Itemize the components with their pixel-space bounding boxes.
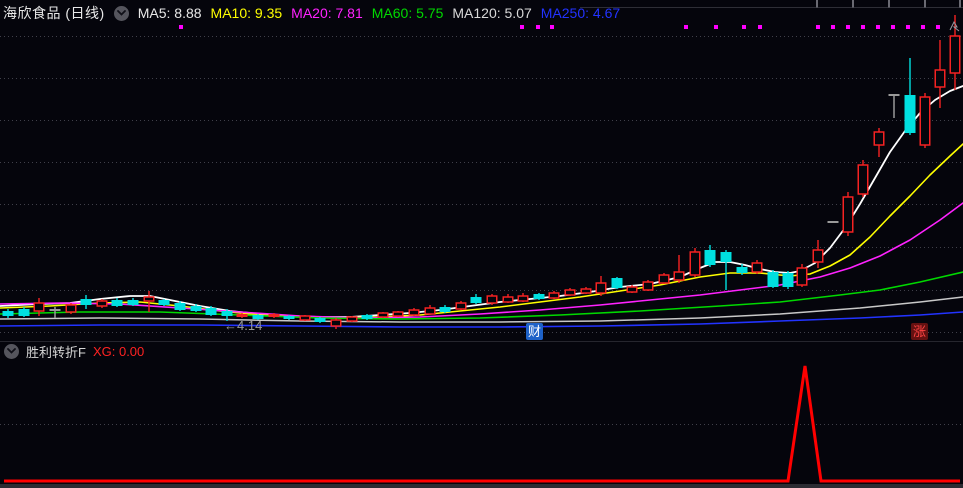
candle-up-body <box>517 295 529 302</box>
candle-up-body <box>595 282 607 294</box>
candle-up-body <box>564 289 576 296</box>
candle-up-body <box>33 302 45 312</box>
sub-indicator-header: 胜利转折F XG: 0.00 <box>4 342 145 361</box>
candle-up-solid-body <box>268 314 280 317</box>
candle-down-body <box>611 278 623 288</box>
sub-collapse-chevron-icon[interactable] <box>4 343 19 359</box>
ma250-label: MA250: 4.67 <box>540 5 621 21</box>
candle-up-body <box>502 296 514 303</box>
candle-up-body <box>424 307 436 315</box>
candle-up-body <box>392 311 404 317</box>
candle-up-body <box>96 300 108 307</box>
candle-up-body <box>796 267 808 286</box>
candle-down-body <box>904 95 916 133</box>
candle-up-body <box>299 315 311 321</box>
candle-up-body <box>486 295 498 304</box>
sub-indicator-value: XG: 0.00 <box>92 343 145 359</box>
candle-down-body <box>111 300 123 306</box>
ma-line-ma10 <box>0 143 963 319</box>
panel-divider <box>0 341 963 342</box>
watermark-zhang: 涨 <box>911 323 928 340</box>
candle-up-solid-body <box>236 314 248 317</box>
sub-indicator-line <box>4 365 960 483</box>
ma20-label: MA20: 7.81 <box>291 5 363 21</box>
candle-down-body <box>283 316 295 319</box>
candlestick-chart-canvas[interactable] <box>0 0 963 488</box>
candle-down-body <box>736 267 748 273</box>
candle-down-body <box>221 311 233 316</box>
candle-up-body <box>143 296 155 302</box>
candle-down-body <box>439 307 451 312</box>
candle-up-body <box>949 35 961 74</box>
candle-down-body <box>314 318 326 322</box>
ma120-label: MA120: 5.07 <box>452 5 532 21</box>
low-price-annotation: ←4.14 <box>224 318 263 333</box>
sub-indicator-name[interactable]: 胜利转折F <box>26 342 86 361</box>
bottom-strip <box>0 484 963 488</box>
candle-up-body <box>65 304 77 313</box>
candle-up-body <box>408 309 420 316</box>
candle-up-body <box>346 316 358 322</box>
candle-down-body <box>720 252 732 262</box>
candle-down-body <box>18 309 30 316</box>
candle-down-body <box>767 272 779 287</box>
candle-up-body <box>330 319 342 327</box>
candle-down-body <box>533 294 545 299</box>
candle-down-body <box>470 297 482 303</box>
candle-down-body <box>205 308 217 315</box>
candle-up-body <box>626 286 638 293</box>
stock-title: 海欣食品 (日线) <box>3 5 105 21</box>
candle-down-body <box>174 303 186 310</box>
title-bar: 海欣食品 (日线) MA5: 8.88 MA10: 9.35 MA20: 7.8… <box>0 0 963 26</box>
candle-up-body <box>377 312 389 318</box>
candle-down-body <box>190 306 202 311</box>
candle-up-body <box>751 262 763 273</box>
candle-up-body <box>658 274 670 284</box>
candle-down-body <box>80 299 92 305</box>
candle-down-body <box>127 300 139 305</box>
collapse-chevron-icon[interactable] <box>113 5 129 21</box>
candle-up-body <box>934 69 946 88</box>
candle-down-body <box>782 273 794 287</box>
candle-down-body <box>704 250 716 265</box>
candle-down-body <box>361 315 373 319</box>
watermark-cai: 财 <box>526 323 543 340</box>
ma10-label: MA10: 9.35 <box>210 5 283 21</box>
candle-up-body <box>689 251 701 276</box>
ma5-label: MA5: 8.88 <box>137 5 202 21</box>
candle-up-body <box>842 196 854 233</box>
candle-up-body <box>673 271 685 281</box>
candle-down-body <box>2 311 14 316</box>
candle-up-body <box>580 288 592 294</box>
stock-chart-app: 海欣食品 (日线) MA5: 8.88 MA10: 9.35 MA20: 7.8… <box>0 0 963 488</box>
candle-up-body <box>548 292 560 299</box>
candle-up-body <box>455 302 467 310</box>
candle-up-body <box>857 164 869 195</box>
candle-up-body <box>642 281 654 291</box>
ma60-label: MA60: 5.75 <box>371 5 444 21</box>
candle-down-body <box>158 300 170 305</box>
candle-up-body <box>919 96 931 146</box>
candle-up-body <box>873 131 885 146</box>
candle-up-body <box>812 249 824 263</box>
